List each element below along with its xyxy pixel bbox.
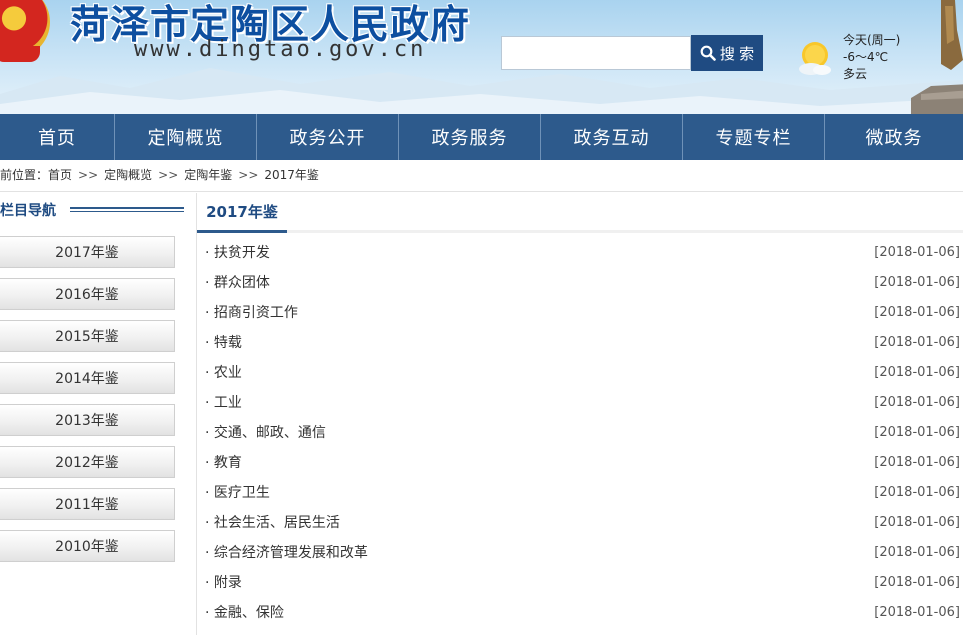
article-title[interactable]: · 交通、邮政、通信 bbox=[205, 422, 326, 442]
article-title[interactable]: · 扶贫开发 bbox=[205, 242, 270, 262]
search-button[interactable]: 搜 索 bbox=[691, 35, 763, 71]
site-url: www.dingtao.gov.cn bbox=[134, 37, 427, 62]
article-title[interactable]: · 教育 bbox=[205, 452, 242, 472]
article-title[interactable]: · 群众团体 bbox=[205, 272, 270, 292]
partly-cloudy-sun-icon bbox=[799, 42, 831, 75]
list-item[interactable]: · 招商引资工作 [2018-01-06] bbox=[205, 297, 960, 327]
nav-item-interaction[interactable]: 政务互动 bbox=[541, 114, 683, 160]
main-nav: 首页 定陶概览 政务公开 政务服务 政务互动 专题专栏 微政务 bbox=[0, 114, 963, 160]
article-title[interactable]: · 特载 bbox=[205, 332, 242, 352]
nav-item-home[interactable]: 首页 bbox=[0, 114, 115, 160]
article-title[interactable]: · 社会生活、居民生活 bbox=[205, 512, 340, 532]
article-date: [2018-01-06] bbox=[874, 544, 960, 560]
article-date: [2018-01-06] bbox=[874, 574, 960, 590]
article-date: [2018-01-06] bbox=[874, 604, 960, 620]
search-input[interactable] bbox=[501, 36, 691, 70]
sidebar-item-2011[interactable]: 2011年鉴 bbox=[0, 488, 175, 520]
article-title[interactable]: · 综合经济管理发展和改革 bbox=[205, 542, 368, 562]
weather-info: 今天(周一) -6～4℃ 多云 bbox=[843, 32, 900, 83]
nav-item-special-topics[interactable]: 专题专栏 bbox=[683, 114, 825, 160]
nav-item-government-services[interactable]: 政务服务 bbox=[399, 114, 541, 160]
nav-item-micro-government[interactable]: 微政务 bbox=[825, 114, 963, 160]
sidebar-item-2015[interactable]: 2015年鉴 bbox=[0, 320, 175, 352]
article-date: [2018-01-06] bbox=[874, 244, 960, 260]
nav-item-overview[interactable]: 定陶概览 bbox=[115, 114, 257, 160]
list-item[interactable]: · 教育 [2018-01-06] bbox=[205, 447, 960, 477]
list-item[interactable]: · 群众团体 [2018-01-06] bbox=[205, 267, 960, 297]
list-item[interactable]: · 金融、保险 [2018-01-06] bbox=[205, 597, 960, 627]
content-panel: 2017年鉴 · 扶贫开发 [2018-01-06] · 群众团体 [2018-01… bbox=[196, 193, 963, 635]
list-item[interactable]: · 特载 [2018-01-06] bbox=[205, 327, 960, 357]
article-date: [2018-01-06] bbox=[874, 274, 960, 290]
content-tab-bar: 2017年鉴 bbox=[197, 193, 963, 233]
tab-2017-yearbook[interactable]: 2017年鉴 bbox=[197, 193, 287, 233]
breadcrumb-item-yearbook[interactable]: 定陶年鉴 bbox=[184, 166, 232, 183]
article-date: [2018-01-06] bbox=[874, 484, 960, 500]
article-date: [2018-01-06] bbox=[874, 514, 960, 530]
breadcrumb-separator: >> bbox=[158, 167, 179, 182]
breadcrumb-separator: >> bbox=[238, 167, 259, 182]
article-date: [2018-01-06] bbox=[874, 364, 960, 380]
sidebar-item-2017[interactable]: 2017年鉴 bbox=[0, 236, 175, 268]
statue-decoration bbox=[911, 0, 963, 114]
article-title[interactable]: · 医疗卫生 bbox=[205, 482, 270, 502]
breadcrumb-item-home[interactable]: 首页 bbox=[48, 166, 72, 183]
breadcrumb: 前位置： 首页 >> 定陶概览 >> 定陶年鉴 >> 2017年鉴 bbox=[0, 166, 319, 183]
search-button-label: 搜 索 bbox=[719, 45, 755, 63]
emblem-ribbon bbox=[0, 46, 40, 62]
breadcrumb-prefix: 前位置： bbox=[0, 168, 49, 182]
article-list: · 扶贫开发 [2018-01-06] · 群众团体 [2018-01-06] · … bbox=[205, 237, 960, 627]
sidebar-item-2012[interactable]: 2012年鉴 bbox=[0, 446, 175, 478]
article-title[interactable]: · 附录 bbox=[205, 572, 242, 592]
article-date: [2018-01-06] bbox=[874, 424, 960, 440]
list-item[interactable]: · 交通、邮政、通信 [2018-01-06] bbox=[205, 417, 960, 447]
article-date: [2018-01-06] bbox=[874, 334, 960, 350]
article-date: [2018-01-06] bbox=[874, 394, 960, 410]
weather-temp: -6～4℃ bbox=[843, 50, 889, 64]
list-item[interactable]: · 农业 [2018-01-06] bbox=[205, 357, 960, 387]
nav-item-government-affairs[interactable]: 政务公开 bbox=[257, 114, 399, 160]
sidebar-item-2013[interactable]: 2013年鉴 bbox=[0, 404, 175, 436]
sidebar-item-2010[interactable]: 2010年鉴 bbox=[0, 530, 175, 562]
breadcrumb-item-current[interactable]: 2017年鉴 bbox=[264, 166, 319, 183]
list-item[interactable]: · 社会生活、居民生活 [2018-01-06] bbox=[205, 507, 960, 537]
list-item[interactable]: · 扶贫开发 [2018-01-06] bbox=[205, 237, 960, 267]
weather-condition: 多云 bbox=[843, 67, 868, 81]
sidebar-title: 栏目导航 bbox=[0, 203, 56, 219]
site-header: 菏泽市定陶区人民政府 www.dingtao.gov.cn 搜 索 今天(周一)… bbox=[0, 0, 963, 114]
article-date: [2018-01-06] bbox=[874, 454, 960, 470]
article-date: [2018-01-06] bbox=[874, 304, 960, 320]
list-item[interactable]: · 工业 [2018-01-06] bbox=[205, 387, 960, 417]
list-item[interactable]: · 医疗卫生 [2018-01-06] bbox=[205, 477, 960, 507]
divider bbox=[0, 191, 963, 192]
sidebar-item-2014[interactable]: 2014年鉴 bbox=[0, 362, 175, 394]
article-title[interactable]: · 农业 bbox=[205, 362, 242, 382]
breadcrumb-separator: >> bbox=[78, 167, 99, 182]
list-item[interactable]: · 附录 [2018-01-06] bbox=[205, 567, 960, 597]
weather-day: 今天(周一) bbox=[843, 33, 901, 47]
article-title[interactable]: · 工业 bbox=[205, 392, 242, 412]
sidebar-nav: 2017年鉴 2016年鉴 2015年鉴 2014年鉴 2013年鉴 2012年… bbox=[0, 236, 175, 572]
sidebar-item-2016[interactable]: 2016年鉴 bbox=[0, 278, 175, 310]
breadcrumb-item-overview[interactable]: 定陶概览 bbox=[104, 166, 152, 183]
sidebar-title-rule bbox=[70, 207, 184, 212]
search-icon bbox=[700, 45, 716, 61]
list-item[interactable]: · 综合经济管理发展和改革 [2018-01-06] bbox=[205, 537, 960, 567]
article-title[interactable]: · 金融、保险 bbox=[205, 602, 284, 622]
article-title[interactable]: · 招商引资工作 bbox=[205, 302, 298, 322]
